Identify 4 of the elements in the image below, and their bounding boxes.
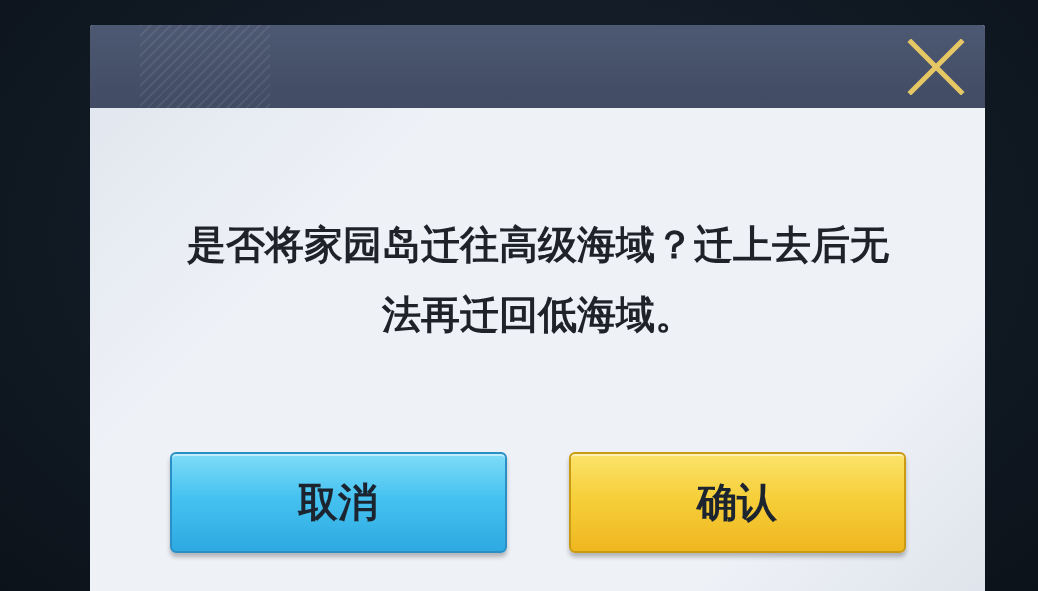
cancel-button[interactable]: 取消: [169, 452, 507, 553]
close-icon: [907, 38, 965, 95]
dialog-message: 是否将家园岛迁往高级海域？迁上去后无法再迁回低海域。: [185, 221, 890, 339]
confirm-button[interactable]: 确认: [568, 452, 906, 553]
